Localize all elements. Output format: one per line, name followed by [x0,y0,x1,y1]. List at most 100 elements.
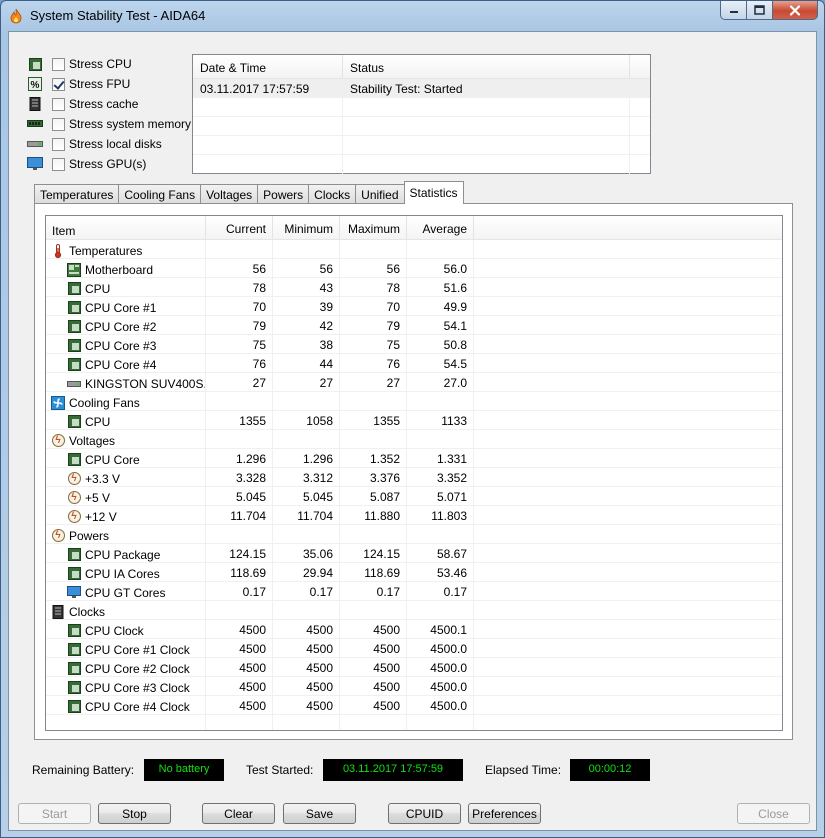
stat-row[interactable]: CPU Clock 4500 4500 4500 4500.1 [46,620,782,639]
stat-average: 27.0 [407,373,474,391]
stat-current: 27 [206,373,273,391]
start-button[interactable]: Start [18,803,91,824]
stat-average [407,601,474,619]
stat-item-cell: CPU Core #3 Clock [46,677,206,695]
stat-minimum: 4500 [273,677,340,695]
stat-item-name: CPU [85,414,111,429]
stat-row[interactable]: CPU Core #2 79 42 79 54.1 [46,316,782,335]
stat-row[interactable]: ϟ +12 V 11.704 11.704 11.880 11.803 [46,506,782,525]
stress-disks-checkbox[interactable] [52,137,65,151]
chip-icon [67,643,81,657]
stat-minimum [273,430,340,448]
stat-row[interactable]: CPU Core #4 76 44 76 54.5 [46,354,782,373]
close-window-button[interactable] [773,1,818,20]
stat-item-name: CPU Core #2 [85,319,157,334]
stat-row[interactable]: ϟ +5 V 5.045 5.045 5.087 5.071 [46,487,782,506]
log-row-empty [193,155,650,174]
stress-cpu-checkbox[interactable] [52,57,65,71]
stress-fpu-option[interactable]: % Stress FPU [27,74,191,94]
header-current[interactable]: Current [206,216,273,239]
log-header-datetime[interactable]: Date & Time [193,55,343,78]
stat-maximum [340,240,407,258]
stat-minimum: 11.704 [273,506,340,524]
statistics-table[interactable]: Item Current Minimum Maximum Average Tem… [45,215,783,731]
motherboard-icon [67,262,81,277]
stat-item-cell: CPU GT Cores [46,582,206,600]
stat-row[interactable]: CPU Core #3 Clock 4500 4500 4500 4500.0 [46,677,782,696]
stat-maximum: 75 [340,335,407,353]
stress-disks-option[interactable]: Stress local disks [27,134,191,154]
title-bar[interactable]: System Stability Test - AIDA64 [1,1,824,31]
stat-row[interactable]: CPU Package 124.15 35.06 124.15 58.67 [46,544,782,563]
cpuid-button[interactable]: CPUID [388,803,461,824]
stat-row[interactable]: CPU Core #1 70 39 70 49.9 [46,297,782,316]
minimize-button[interactable] [720,1,747,20]
stat-row[interactable]: ϟ +3.3 V 3.328 3.312 3.376 3.352 [46,468,782,487]
tab-strip: Temperatures Cooling Fans Voltages Power… [34,181,464,204]
header-item[interactable]: Item [46,216,206,239]
event-log-table[interactable]: Date & Time Status 03.11.2017 17:57:59 S… [192,54,651,174]
maximize-button[interactable] [747,1,773,20]
stress-fpu-checkbox[interactable] [52,77,65,91]
app-window: System Stability Test - AIDA64 Stress CP… [0,0,825,838]
header-minimum[interactable]: Minimum [273,216,340,239]
stat-current: 79 [206,316,273,334]
stat-item-cell: ϟ +12 V [46,506,206,524]
stat-maximum: 3.376 [340,468,407,486]
stat-minimum: 1058 [273,411,340,429]
log-row[interactable]: 03.11.2017 17:57:59 Stability Test: Star… [193,79,650,98]
close-button[interactable]: Close [737,803,810,824]
stress-memory-option[interactable]: Stress system memory [27,114,191,134]
stat-minimum: 39 [273,297,340,315]
clear-button[interactable]: Clear [202,803,275,824]
stress-memory-checkbox[interactable] [52,117,65,131]
stat-current: 3.328 [206,468,273,486]
stat-row[interactable]: CPU Core #3 75 38 75 50.8 [46,335,782,354]
stat-group-row[interactable]: Cooling Fans [46,392,782,411]
stress-cache-option[interactable]: Stress cache [27,94,191,114]
stat-group-row[interactable]: Clocks [46,601,782,620]
stat-row[interactable]: CPU Core #1 Clock 4500 4500 4500 4500.0 [46,639,782,658]
tab-unified[interactable]: Unified [355,184,405,204]
stat-minimum: 27 [273,373,340,391]
stress-cache-label: Stress cache [69,97,139,111]
tab-clocks[interactable]: Clocks [308,184,357,204]
stress-cpu-label: Stress CPU [69,57,132,71]
stat-average: 56.0 [407,259,474,277]
stat-row[interactable]: CPU Core #2 Clock 4500 4500 4500 4500.0 [46,658,782,677]
header-maximum[interactable]: Maximum [340,216,407,239]
header-average[interactable]: Average [407,216,474,239]
stat-row[interactable]: CPU 78 43 78 51.6 [46,278,782,297]
stat-row[interactable]: CPU IA Cores 118.69 29.94 118.69 53.46 [46,563,782,582]
tab-statistics[interactable]: Statistics [403,181,464,204]
stat-row[interactable]: CPU Core #4 Clock 4500 4500 4500 4500.0 [46,696,782,715]
stat-row[interactable]: CPU GT Cores 0.17 0.17 0.17 0.17 [46,582,782,601]
stat-current: 4500 [206,677,273,695]
stress-gpu-checkbox[interactable] [52,157,65,171]
stat-average: 11.803 [407,506,474,524]
stress-gpu-option[interactable]: Stress GPU(s) [27,154,191,174]
stat-maximum: 0.17 [340,582,407,600]
stat-average: 5.071 [407,487,474,505]
stat-row[interactable]: Motherboard 56 56 56 56.0 [46,259,782,278]
stat-item-cell: CPU Clock [46,620,206,638]
preferences-button[interactable]: Preferences [468,803,541,824]
stress-cache-checkbox[interactable] [52,97,65,111]
stat-item-cell: CPU [46,411,206,429]
tab-temperatures[interactable]: Temperatures [34,184,120,204]
stat-row[interactable]: KINGSTON SUV400S... 27 27 27 27.0 [46,373,782,392]
bolt-icon: ϟ [67,491,81,505]
tab-voltages[interactable]: Voltages [200,184,259,204]
stat-group-row[interactable]: ϟ Powers [46,525,782,544]
stat-group-row[interactable]: Temperatures [46,240,782,259]
tab-powers[interactable]: Powers [257,184,310,204]
stress-cpu-option[interactable]: Stress CPU [27,54,191,74]
stat-group-row[interactable]: ϟ Voltages [46,430,782,449]
stat-row[interactable]: CPU Core 1.296 1.296 1.352 1.331 [46,449,782,468]
test-started-label: Test Started: [246,763,314,777]
log-header-status[interactable]: Status [343,55,630,78]
tab-cooling-fans[interactable]: Cooling Fans [118,184,202,204]
save-button[interactable]: Save [283,803,356,824]
stat-row[interactable]: CPU 1355 1058 1355 1133 [46,411,782,430]
stop-button[interactable]: Stop [98,803,171,824]
